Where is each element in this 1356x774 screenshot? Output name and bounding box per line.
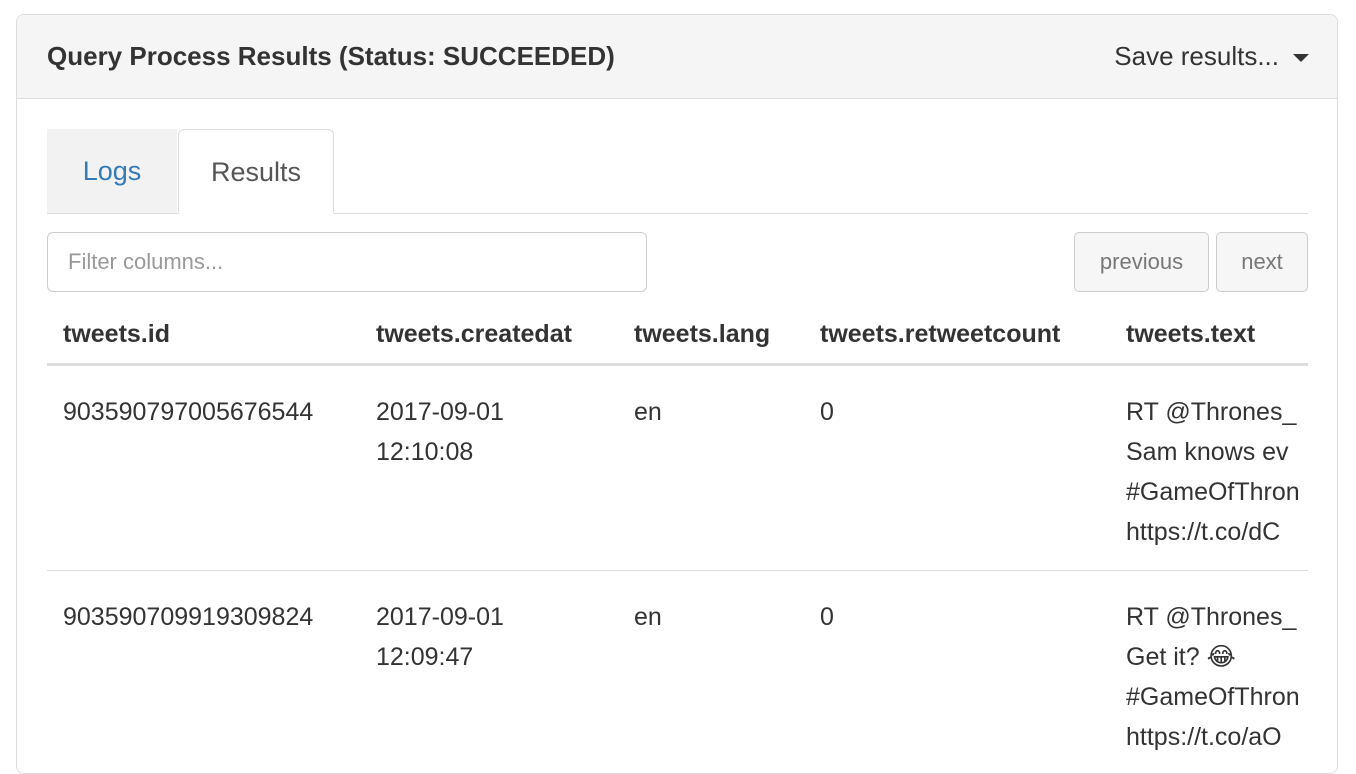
caret-down-icon bbox=[1293, 54, 1309, 62]
save-results-dropdown[interactable]: Save results... bbox=[1114, 41, 1309, 72]
cell-id: 903590797005676544 bbox=[47, 365, 360, 571]
cell-lang: en bbox=[618, 365, 804, 571]
cell-text: RT @Thrones_ Get it? 😂 #GameOfThron http… bbox=[1110, 571, 1308, 774]
cell-createdat: 2017-09-01 12:09:47 bbox=[360, 571, 618, 774]
column-header-createdat[interactable]: tweets.createdat bbox=[360, 305, 618, 365]
previous-button[interactable]: previous bbox=[1074, 232, 1209, 292]
cell-retweetcount: 0 bbox=[804, 571, 1110, 774]
column-header-text[interactable]: tweets.text bbox=[1110, 305, 1308, 365]
cell-retweetcount: 0 bbox=[804, 365, 1110, 571]
results-table: tweets.id tweets.createdat tweets.lang t… bbox=[47, 305, 1308, 774]
tab-results[interactable]: Results bbox=[178, 129, 334, 214]
table-header-row: tweets.id tweets.createdat tweets.lang t… bbox=[47, 305, 1308, 365]
column-header-lang[interactable]: tweets.lang bbox=[618, 305, 804, 365]
panel-title: Query Process Results (Status: SUCCEEDED… bbox=[47, 41, 615, 72]
cell-createdat: 2017-09-01 12:10:08 bbox=[360, 365, 618, 571]
table-row: 903590709919309824 2017-09-01 12:09:47 e… bbox=[47, 571, 1308, 774]
cell-text: RT @Thrones_ Sam knows ev #GameOfThron h… bbox=[1110, 365, 1308, 571]
cell-lang: en bbox=[618, 571, 804, 774]
column-header-id[interactable]: tweets.id bbox=[47, 305, 360, 365]
next-button[interactable]: next bbox=[1216, 232, 1308, 292]
cell-id: 903590709919309824 bbox=[47, 571, 360, 774]
table-row: 903590797005676544 2017-09-01 12:10:08 e… bbox=[47, 365, 1308, 571]
query-results-panel: Query Process Results (Status: SUCCEEDED… bbox=[16, 14, 1338, 774]
panel-heading: Query Process Results (Status: SUCCEEDED… bbox=[17, 15, 1337, 99]
tab-logs[interactable]: Logs bbox=[47, 129, 177, 213]
filter-columns-input[interactable] bbox=[47, 232, 647, 292]
results-table-container[interactable]: tweets.id tweets.createdat tweets.lang t… bbox=[47, 305, 1308, 774]
column-header-retweetcount[interactable]: tweets.retweetcount bbox=[804, 305, 1110, 365]
results-tabs: Logs Results bbox=[47, 129, 1308, 214]
save-results-label: Save results... bbox=[1114, 41, 1279, 72]
